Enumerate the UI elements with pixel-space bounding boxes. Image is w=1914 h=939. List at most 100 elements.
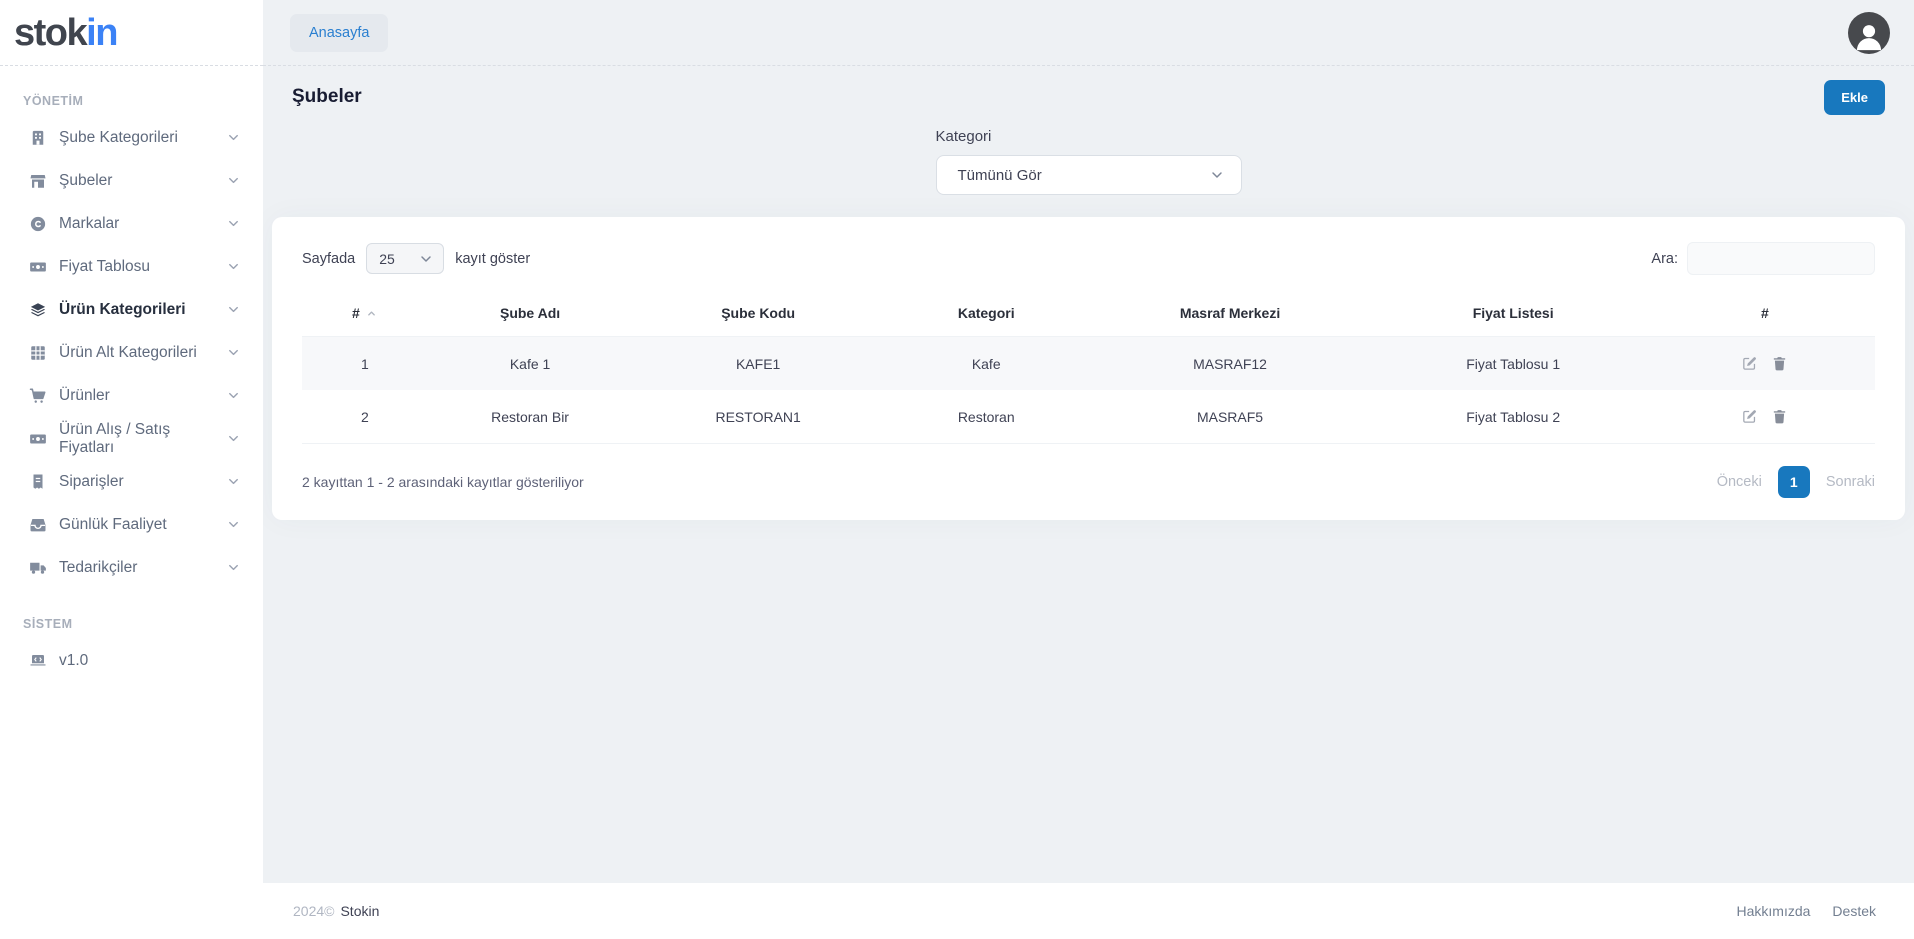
sidebar-item-label: Şube Kategorileri [59,129,178,147]
table-row: 1 Kafe 1 KAFE1 Kafe MASRAF12 Fiyat Tablo… [302,337,1875,391]
cell-category: Restoran [884,390,1088,444]
chevron-down-icon [226,474,241,489]
sidebar-item-subeler[interactable]: Şubeler [0,159,263,202]
main-area: Anasayfa Şubeler Ekle Kategori Tümünü Gö… [263,0,1914,939]
page-size-select[interactable]: 25 [366,243,444,274]
column-header-masraf-merkezi[interactable]: Masraf Merkezi [1088,295,1371,337]
sidebar-item-label: v1.0 [59,652,88,670]
chevron-down-icon [226,259,241,274]
footer-brand[interactable]: Stokin [340,903,379,919]
chevron-down-icon [1209,167,1225,183]
copyright-icon [29,215,47,233]
topbar: Anasayfa [263,0,1914,66]
person-icon [1852,19,1886,53]
sidebar-item-urunler[interactable]: Ürünler [0,374,263,417]
footer-link-hakkimizda[interactable]: Hakkımızda [1737,903,1811,919]
footer-links: Hakkımızda Destek [1737,903,1877,919]
inbox-icon [29,516,47,534]
sidebar-item-label: Markalar [59,215,119,233]
search-control: Ara: [1651,242,1875,275]
sidebar-item-sube-kategorileri[interactable]: Şube Kategorileri [0,116,263,159]
edit-button[interactable] [1741,355,1758,372]
column-header-fiyat-listesi[interactable]: Fiyat Listesi [1372,295,1655,337]
page-content: Şubeler Ekle Kategori Tümünü Gör Sayfada… [263,66,1914,883]
sort-asc-icon [365,307,378,320]
page-size-suffix: kayıt göster [455,251,530,267]
page-title: Şubeler [292,86,362,108]
pagination-previous[interactable]: Önceki [1717,474,1762,490]
cell-name: Restoran Bir [428,390,632,444]
table-info: 2 kayıttan 1 - 2 arasındaki kayıtlar gös… [302,474,584,490]
sidebar-item-label: Günlük Faaliyet [59,516,167,534]
category-filter: Kategori Tümünü Gör [936,128,1242,195]
edit-button[interactable] [1741,408,1758,425]
sidebar-item-label: Tedarikçiler [59,559,137,577]
sidebar-section-sistem: SİSTEM [0,617,263,639]
column-header-kategori[interactable]: Kategori [884,295,1088,337]
row-actions [1663,408,1867,425]
banknote-icon [29,258,47,276]
cell-price-list: Fiyat Tablosu 1 [1372,337,1655,391]
sidebar-item-label: Ürün Alt Kategorileri [59,344,197,362]
delete-button[interactable] [1771,355,1788,372]
page-size-value: 25 [379,251,395,267]
sidebar-item-urun-alis-satis-fiyatlari[interactable]: Ürün Alış / Satış Fiyatları [0,417,263,460]
sidebar-item-urun-alt-kategorileri[interactable]: Ürün Alt Kategorileri [0,331,263,374]
chevron-down-icon [226,216,241,231]
copyright-year: 2024© [293,903,334,919]
column-header-id[interactable]: # [302,295,428,337]
chevron-down-icon [226,173,241,188]
table-header-row: # Şube Adı Şube Kodu Kategori Masraf Mer… [302,295,1875,337]
column-header-actions[interactable]: # [1655,295,1875,337]
sidebar-header: stokin [0,0,263,66]
page-size-prefix: Sayfada [302,251,355,267]
sidebar-item-label: Ürünler [59,387,110,405]
cell-id: 1 [302,337,428,391]
sidebar-menu: YÖNETİM Şube Kategorileri Şubeler Markal… [0,66,263,682]
column-header-sube-kodu[interactable]: Şube Kodu [632,295,884,337]
pagination-next[interactable]: Sonraki [1826,474,1875,490]
trash-icon [1771,355,1788,372]
branches-table-card: Sayfada 25 kayıt göster Ara: [272,217,1905,520]
footer-link-destek[interactable]: Destek [1832,903,1876,919]
delete-button[interactable] [1771,408,1788,425]
layers-icon [29,301,47,319]
cell-price-list: Fiyat Tablosu 2 [1372,390,1655,444]
cell-cost-center: MASRAF5 [1088,390,1371,444]
add-button[interactable]: Ekle [1824,80,1885,115]
sidebar-item-siparisler[interactable]: Siparişler [0,460,263,503]
pagination: Önceki 1 Sonraki [1717,466,1875,498]
edit-icon [1741,408,1758,425]
page-footer: 2024© Stokin Hakkımızda Destek [263,883,1914,939]
storefront-icon [29,172,47,190]
sidebar-item-label: Fiyat Tablosu [59,258,150,276]
sidebar-item-version[interactable]: v1.0 [0,639,263,682]
row-actions [1663,355,1867,372]
cell-id: 2 [302,390,428,444]
receipt-icon [29,473,47,491]
chevron-down-icon [226,560,241,575]
table-controls: Sayfada 25 kayıt göster Ara: [302,242,1875,275]
sidebar-item-gunluk-faaliyet[interactable]: Günlük Faaliyet [0,503,263,546]
search-label: Ara: [1651,251,1678,267]
sidebar-item-tedarikciler[interactable]: Tedarikçiler [0,546,263,589]
category-filter-label: Kategori [936,128,1242,145]
branches-table: # Şube Adı Şube Kodu Kategori Masraf Mer… [302,295,1875,444]
logo-text-primary: stok [14,12,86,54]
sidebar-item-markalar[interactable]: Markalar [0,202,263,245]
sidebar-item-fiyat-tablosu[interactable]: Fiyat Tablosu [0,245,263,288]
copyright: 2024© Stokin [293,903,379,919]
stokin-logo[interactable]: stokin [14,14,117,52]
search-input[interactable] [1687,242,1875,275]
pagination-page-1[interactable]: 1 [1778,466,1810,498]
laptop-icon [29,652,47,670]
breadcrumb-anasayfa-button[interactable]: Anasayfa [290,14,388,52]
column-header-sube-adi[interactable]: Şube Adı [428,295,632,337]
sidebar-item-label: Ürün Alış / Satış Fiyatları [59,421,226,457]
user-avatar[interactable] [1848,12,1890,54]
sidebar-item-urun-kategorileri[interactable]: Ürün Kategorileri [0,288,263,331]
chevron-down-icon [226,431,241,446]
category-select[interactable]: Tümünü Gör [936,155,1242,195]
trash-icon [1771,408,1788,425]
page-head: Şubeler Ekle [272,80,1905,114]
